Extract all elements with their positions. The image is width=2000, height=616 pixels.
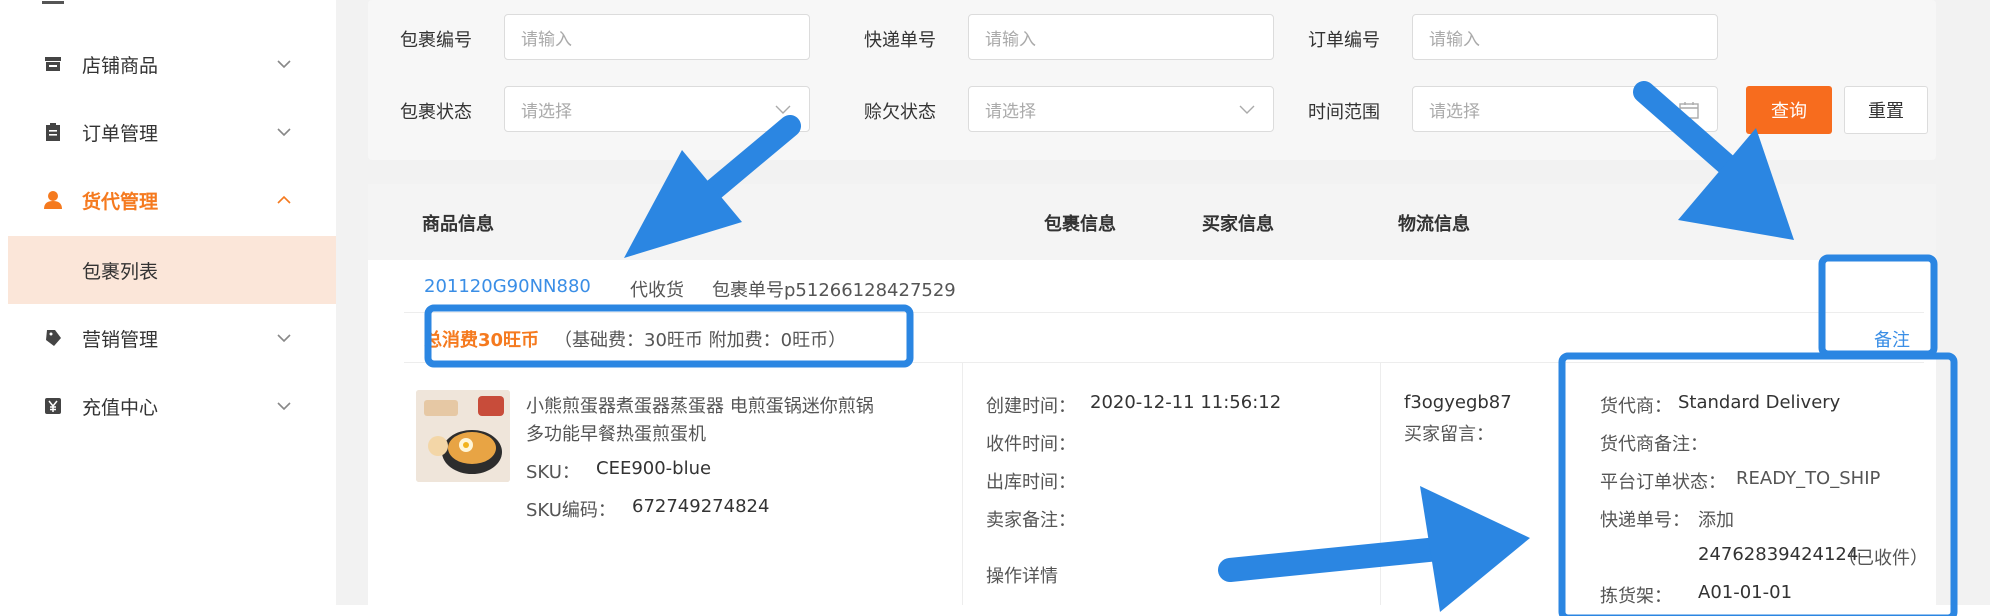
app-frame: 店铺商品 订单管理 货代管理 包裹列表 营销管理 充值中心 包裹编号 请输入 快… [8, 0, 1990, 605]
yen-icon [42, 395, 64, 417]
sidebar: 店铺商品 订单管理 货代管理 包裹列表 营销管理 充值中心 [8, 0, 336, 605]
express-no-label: 快递单号： [1600, 510, 1690, 531]
sidebar-item-label: 营销管理 [82, 328, 159, 351]
express-no-label: 快递单号 [864, 30, 936, 51]
package-table: 商品信息 包裹信息 买家信息 物流信息 201120G90NN880 代收货 包… [368, 184, 1936, 605]
debt-status-select[interactable]: 请选择 [968, 86, 1274, 132]
sku-code-value: 672749274824 [632, 496, 770, 517]
main-content: 包裹编号 请输入 快递单号 请输入 订单编号 请输入 包裹状态 请选择 赊欠状态… [356, 0, 1986, 605]
product-title-line2[interactable]: 多功能早餐热蛋煎蛋机 [526, 420, 706, 446]
buyer-id: f3ogyegb87 [1404, 392, 1512, 413]
package-number: 包裹单号p51266128427529 [712, 280, 956, 301]
table-header: 商品信息 包裹信息 买家信息 物流信息 [368, 184, 1936, 260]
chevron-down-icon [775, 105, 791, 114]
platform-status-label: 平台订单状态： [1600, 472, 1726, 493]
operation-detail-link[interactable]: 操作详情 [986, 562, 1058, 588]
sku-code-label: SKU编码： [526, 500, 616, 521]
filter-panel: 包裹编号 请输入 快递单号 请输入 订单编号 请输入 包裹状态 请选择 赊欠状态… [368, 0, 1936, 160]
chevron-up-icon [277, 195, 291, 204]
received-time-label: 收件时间： [986, 434, 1076, 455]
forwarder-note-label: 货代商备注： [1600, 434, 1708, 455]
input-placeholder: 请输入 [521, 29, 572, 50]
sidebar-item-label: 订单管理 [82, 122, 159, 145]
column-header-buyer: 买家信息 [1202, 214, 1274, 235]
sidebar-item-label: 包裹列表 [82, 260, 159, 283]
forwarder-value: Standard Delivery [1678, 392, 1841, 413]
time-range-label: 时间范围 [1308, 102, 1380, 123]
time-range-picker[interactable]: 请选择 [1412, 86, 1718, 132]
package-no-label: 包裹编号 [400, 30, 472, 51]
sidebar-subitem-package-list[interactable]: 包裹列表 [8, 236, 336, 304]
select-placeholder: 请选择 [985, 101, 1036, 122]
remark-link[interactable]: 备注 [1874, 326, 1910, 352]
order-no-input[interactable]: 请输入 [1412, 14, 1718, 60]
clipboard-icon [42, 121, 64, 143]
order-id-link[interactable]: 201120G90NN880 [424, 276, 591, 297]
sku-label: SKU： [526, 462, 580, 483]
column-header-package: 包裹信息 [1044, 214, 1116, 235]
sidebar-item-forwarder-management[interactable]: 货代管理 [8, 166, 336, 234]
calendar-icon [1679, 102, 1699, 119]
package-status-label: 包裹状态 [400, 102, 472, 123]
sidebar-item-label: 充值中心 [82, 396, 159, 419]
reset-button[interactable]: 重置 [1844, 86, 1928, 134]
express-no-input[interactable]: 请输入 [968, 14, 1274, 60]
platform-status-value: READY_TO_SHIP [1736, 468, 1881, 489]
created-time-value: 2020-12-11 11:56:12 [1090, 392, 1282, 413]
store-icon [42, 53, 64, 75]
sku-value: CEE900-blue [596, 458, 712, 479]
column-header-product: 商品信息 [422, 214, 494, 235]
shelf-label: 拣货架： [1600, 586, 1672, 605]
chevron-down-icon [277, 128, 291, 137]
picker-placeholder: 请选择 [1429, 101, 1480, 122]
row-divider [404, 312, 1924, 313]
sidebar-item-label: 货代管理 [82, 190, 159, 213]
express-no-value: 24762839424124 [1698, 544, 1859, 565]
sidebar-item-recharge-center[interactable]: 充值中心 [8, 372, 336, 440]
sidebar-item-label: 店铺商品 [82, 54, 159, 77]
chevron-down-icon [1239, 105, 1255, 114]
chevron-down-icon [277, 334, 291, 343]
buyer-message-label: 买家留言： [1404, 424, 1494, 445]
express-received-status: （已收件） [1838, 548, 1928, 569]
total-cost: 总消费30旺币 [424, 330, 540, 351]
menu-icon-partial [42, 0, 64, 4]
column-divider [962, 362, 963, 605]
select-placeholder: 请选择 [521, 101, 572, 122]
sidebar-item-marketing[interactable]: 营销管理 [8, 304, 336, 372]
search-button[interactable]: 查询 [1746, 86, 1832, 134]
column-divider [1380, 362, 1381, 605]
tag-icon [42, 327, 64, 349]
column-header-logistics: 物流信息 [1398, 214, 1470, 235]
sidebar-item-order-management[interactable]: 订单管理 [8, 98, 336, 166]
outbound-time-label: 出库时间： [986, 472, 1076, 493]
forwarder-label: 货代商： [1600, 396, 1672, 417]
sidebar-item-store-products[interactable]: 店铺商品 [8, 30, 336, 98]
seller-note-label: 卖家备注： [986, 510, 1076, 531]
input-placeholder: 请输入 [985, 29, 1036, 50]
product-thumbnail[interactable] [416, 390, 510, 482]
shelf-value: A01-01-01 [1698, 582, 1793, 603]
debt-status-label: 赊欠状态 [864, 102, 936, 123]
user-icon [42, 189, 64, 211]
input-placeholder: 请输入 [1429, 29, 1480, 50]
package-no-input[interactable]: 请输入 [504, 14, 810, 60]
package-status-select[interactable]: 请选择 [504, 86, 810, 132]
order-no-label: 订单编号 [1308, 30, 1380, 51]
chevron-down-icon [277, 402, 291, 411]
order-type: 代收货 [630, 280, 684, 301]
add-express-link[interactable]: 添加 [1698, 506, 1734, 532]
row-divider [404, 362, 1924, 363]
chevron-down-icon [277, 60, 291, 69]
created-time-label: 创建时间： [986, 396, 1076, 417]
cost-detail: （基础费：30旺币 附加费：0旺币） [554, 330, 847, 351]
product-title-line1[interactable]: 小熊煎蛋器煮蛋器蒸蛋器 电煎蛋锅迷你煎锅 [526, 392, 874, 418]
